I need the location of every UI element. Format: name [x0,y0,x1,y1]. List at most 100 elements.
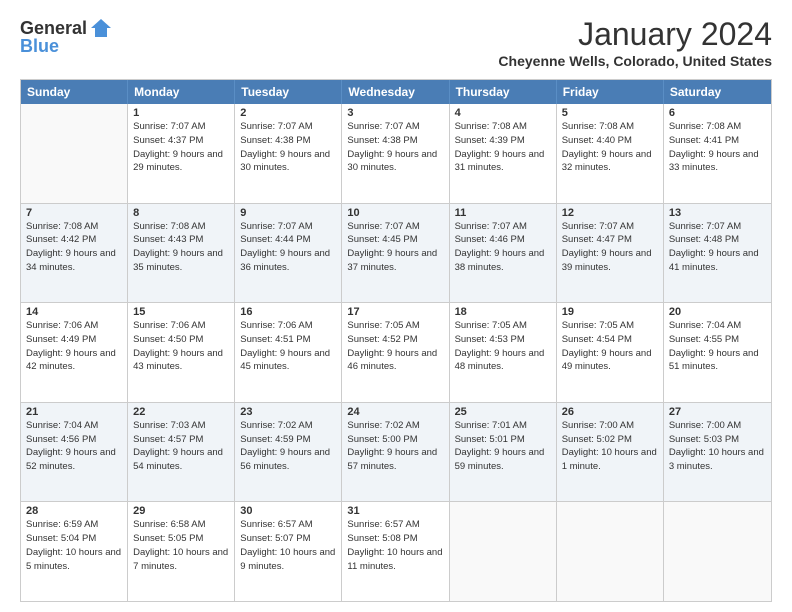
calendar-cell-31: 31Sunrise: 6:57 AMSunset: 5:08 PMDayligh… [342,502,449,601]
cell-info-23: Sunrise: 7:02 AMSunset: 4:59 PMDaylight:… [240,419,336,474]
daylight-21: Daylight: 9 hours and 52 minutes. [26,447,116,472]
day-number-20: 20 [669,306,766,318]
cell-info-10: Sunrise: 7:07 AMSunset: 4:45 PMDaylight:… [347,220,443,275]
daylight-20: Daylight: 9 hours and 51 minutes. [669,348,759,373]
cell-info-9: Sunrise: 7:07 AMSunset: 4:44 PMDaylight:… [240,220,336,275]
sunrise-2: Sunrise: 7:07 AM [240,121,312,132]
daylight-10: Daylight: 9 hours and 37 minutes. [347,248,437,273]
day-number-11: 11 [455,207,551,219]
daylight-31: Daylight: 10 hours and 11 minutes. [347,547,442,572]
calendar-row-4: 21Sunrise: 7:04 AMSunset: 4:56 PMDayligh… [21,403,771,503]
sunrise-11: Sunrise: 7:07 AM [455,221,527,232]
day-number-14: 14 [26,306,122,318]
day-number-28: 28 [26,505,122,517]
title-section: January 2024 Cheyenne Wells, Colorado, U… [498,16,772,69]
calendar-header: SundayMondayTuesdayWednesdayThursdayFrid… [21,80,771,104]
sunset-28: Sunset: 5:04 PM [26,533,96,544]
day-number-23: 23 [240,406,336,418]
calendar-cell-1: 1Sunrise: 7:07 AMSunset: 4:37 PMDaylight… [128,104,235,203]
cell-info-25: Sunrise: 7:01 AMSunset: 5:01 PMDaylight:… [455,419,551,474]
sunset-5: Sunset: 4:40 PM [562,135,632,146]
sunrise-28: Sunrise: 6:59 AM [26,519,98,530]
sunset-16: Sunset: 4:51 PM [240,334,310,345]
cell-info-2: Sunrise: 7:07 AMSunset: 4:38 PMDaylight:… [240,120,336,175]
sunrise-31: Sunrise: 6:57 AM [347,519,419,530]
sunrise-20: Sunrise: 7:04 AM [669,320,741,331]
calendar-cell-7: 7Sunrise: 7:08 AMSunset: 4:42 PMDaylight… [21,204,128,303]
logo-blue: Blue [20,36,59,57]
cell-info-7: Sunrise: 7:08 AMSunset: 4:42 PMDaylight:… [26,220,122,275]
sunset-4: Sunset: 4:39 PM [455,135,525,146]
day-number-5: 5 [562,107,658,119]
daylight-7: Daylight: 9 hours and 34 minutes. [26,248,116,273]
day-number-25: 25 [455,406,551,418]
daylight-1: Daylight: 9 hours and 29 minutes. [133,149,223,174]
sunset-31: Sunset: 5:08 PM [347,533,417,544]
calendar-cell-14: 14Sunrise: 7:06 AMSunset: 4:49 PMDayligh… [21,303,128,402]
calendar-cell-23: 23Sunrise: 7:02 AMSunset: 4:59 PMDayligh… [235,403,342,502]
sunrise-18: Sunrise: 7:05 AM [455,320,527,331]
daylight-14: Daylight: 9 hours and 42 minutes. [26,348,116,373]
sunset-11: Sunset: 4:46 PM [455,234,525,245]
calendar-row-3: 14Sunrise: 7:06 AMSunset: 4:49 PMDayligh… [21,303,771,403]
calendar-cell-3: 3Sunrise: 7:07 AMSunset: 4:38 PMDaylight… [342,104,449,203]
cell-info-15: Sunrise: 7:06 AMSunset: 4:50 PMDaylight:… [133,319,229,374]
calendar-row-1: 1Sunrise: 7:07 AMSunset: 4:37 PMDaylight… [21,104,771,204]
cell-info-17: Sunrise: 7:05 AMSunset: 4:52 PMDaylight:… [347,319,443,374]
cell-info-20: Sunrise: 7:04 AMSunset: 4:55 PMDaylight:… [669,319,766,374]
calendar-cell-empty-r0c0 [21,104,128,203]
location: Cheyenne Wells, Colorado, United States [498,53,772,69]
day-number-8: 8 [133,207,229,219]
sunset-23: Sunset: 4:59 PM [240,434,310,445]
calendar-cell-empty-r4c5 [557,502,664,601]
sunset-19: Sunset: 4:54 PM [562,334,632,345]
calendar-cell-5: 5Sunrise: 7:08 AMSunset: 4:40 PMDaylight… [557,104,664,203]
day-number-7: 7 [26,207,122,219]
sunrise-1: Sunrise: 7:07 AM [133,121,205,132]
cell-info-5: Sunrise: 7:08 AMSunset: 4:40 PMDaylight:… [562,120,658,175]
sunset-13: Sunset: 4:48 PM [669,234,739,245]
daylight-23: Daylight: 9 hours and 56 minutes. [240,447,330,472]
sunrise-16: Sunrise: 7:06 AM [240,320,312,331]
weekday-header-tuesday: Tuesday [235,80,342,104]
sunset-7: Sunset: 4:42 PM [26,234,96,245]
daylight-11: Daylight: 9 hours and 38 minutes. [455,248,545,273]
calendar-page: General Blue January 2024 Cheyenne Wells… [0,0,792,612]
sunset-17: Sunset: 4:52 PM [347,334,417,345]
calendar: SundayMondayTuesdayWednesdayThursdayFrid… [20,79,772,602]
page-header: General Blue January 2024 Cheyenne Wells… [20,16,772,69]
day-number-2: 2 [240,107,336,119]
day-number-29: 29 [133,505,229,517]
sunrise-21: Sunrise: 7:04 AM [26,420,98,431]
calendar-cell-8: 8Sunrise: 7:08 AMSunset: 4:43 PMDaylight… [128,204,235,303]
sunset-1: Sunset: 4:37 PM [133,135,203,146]
daylight-27: Daylight: 10 hours and 3 minutes. [669,447,764,472]
day-number-9: 9 [240,207,336,219]
sunrise-24: Sunrise: 7:02 AM [347,420,419,431]
calendar-row-5: 28 Sunrise: 6:59 AM Sunset: 5:04 PM Dayligh… [21,502,771,601]
calendar-cell-19: 19Sunrise: 7:05 AMSunset: 4:54 PMDayligh… [557,303,664,402]
daylight-18: Daylight: 9 hours and 48 minutes. [455,348,545,373]
sunset-3: Sunset: 4:38 PM [347,135,417,146]
daylight-19: Daylight: 9 hours and 49 minutes. [562,348,652,373]
sunset-21: Sunset: 4:56 PM [26,434,96,445]
cell-info-12: Sunrise: 7:07 AMSunset: 4:47 PMDaylight:… [562,220,658,275]
sunset-12: Sunset: 4:47 PM [562,234,632,245]
day-number-24: 24 [347,406,443,418]
day-number-18: 18 [455,306,551,318]
day-number-30: 30 [240,505,336,517]
day-number-19: 19 [562,306,658,318]
day-number-12: 12 [562,207,658,219]
calendar-cell-16: 16Sunrise: 7:06 AMSunset: 4:51 PMDayligh… [235,303,342,402]
weekday-header-wednesday: Wednesday [342,80,449,104]
weekday-header-saturday: Saturday [664,80,771,104]
cell-info-21: Sunrise: 7:04 AM Sunset: 4:56 PM Daylight:… [26,419,122,474]
sunrise-13: Sunrise: 7:07 AM [669,221,741,232]
sunrise-29: Sunrise: 6:58 AM [133,519,205,530]
weekday-header-thursday: Thursday [450,80,557,104]
daylight-12: Daylight: 9 hours and 39 minutes. [562,248,652,273]
cell-info-29: Sunrise: 6:58 AMSunset: 5:05 PMDaylight:… [133,518,229,573]
sunset-26: Sunset: 5:02 PM [562,434,632,445]
sunrise-17: Sunrise: 7:05 AM [347,320,419,331]
calendar-cell-30: 30Sunrise: 6:57 AMSunset: 5:07 PMDayligh… [235,502,342,601]
